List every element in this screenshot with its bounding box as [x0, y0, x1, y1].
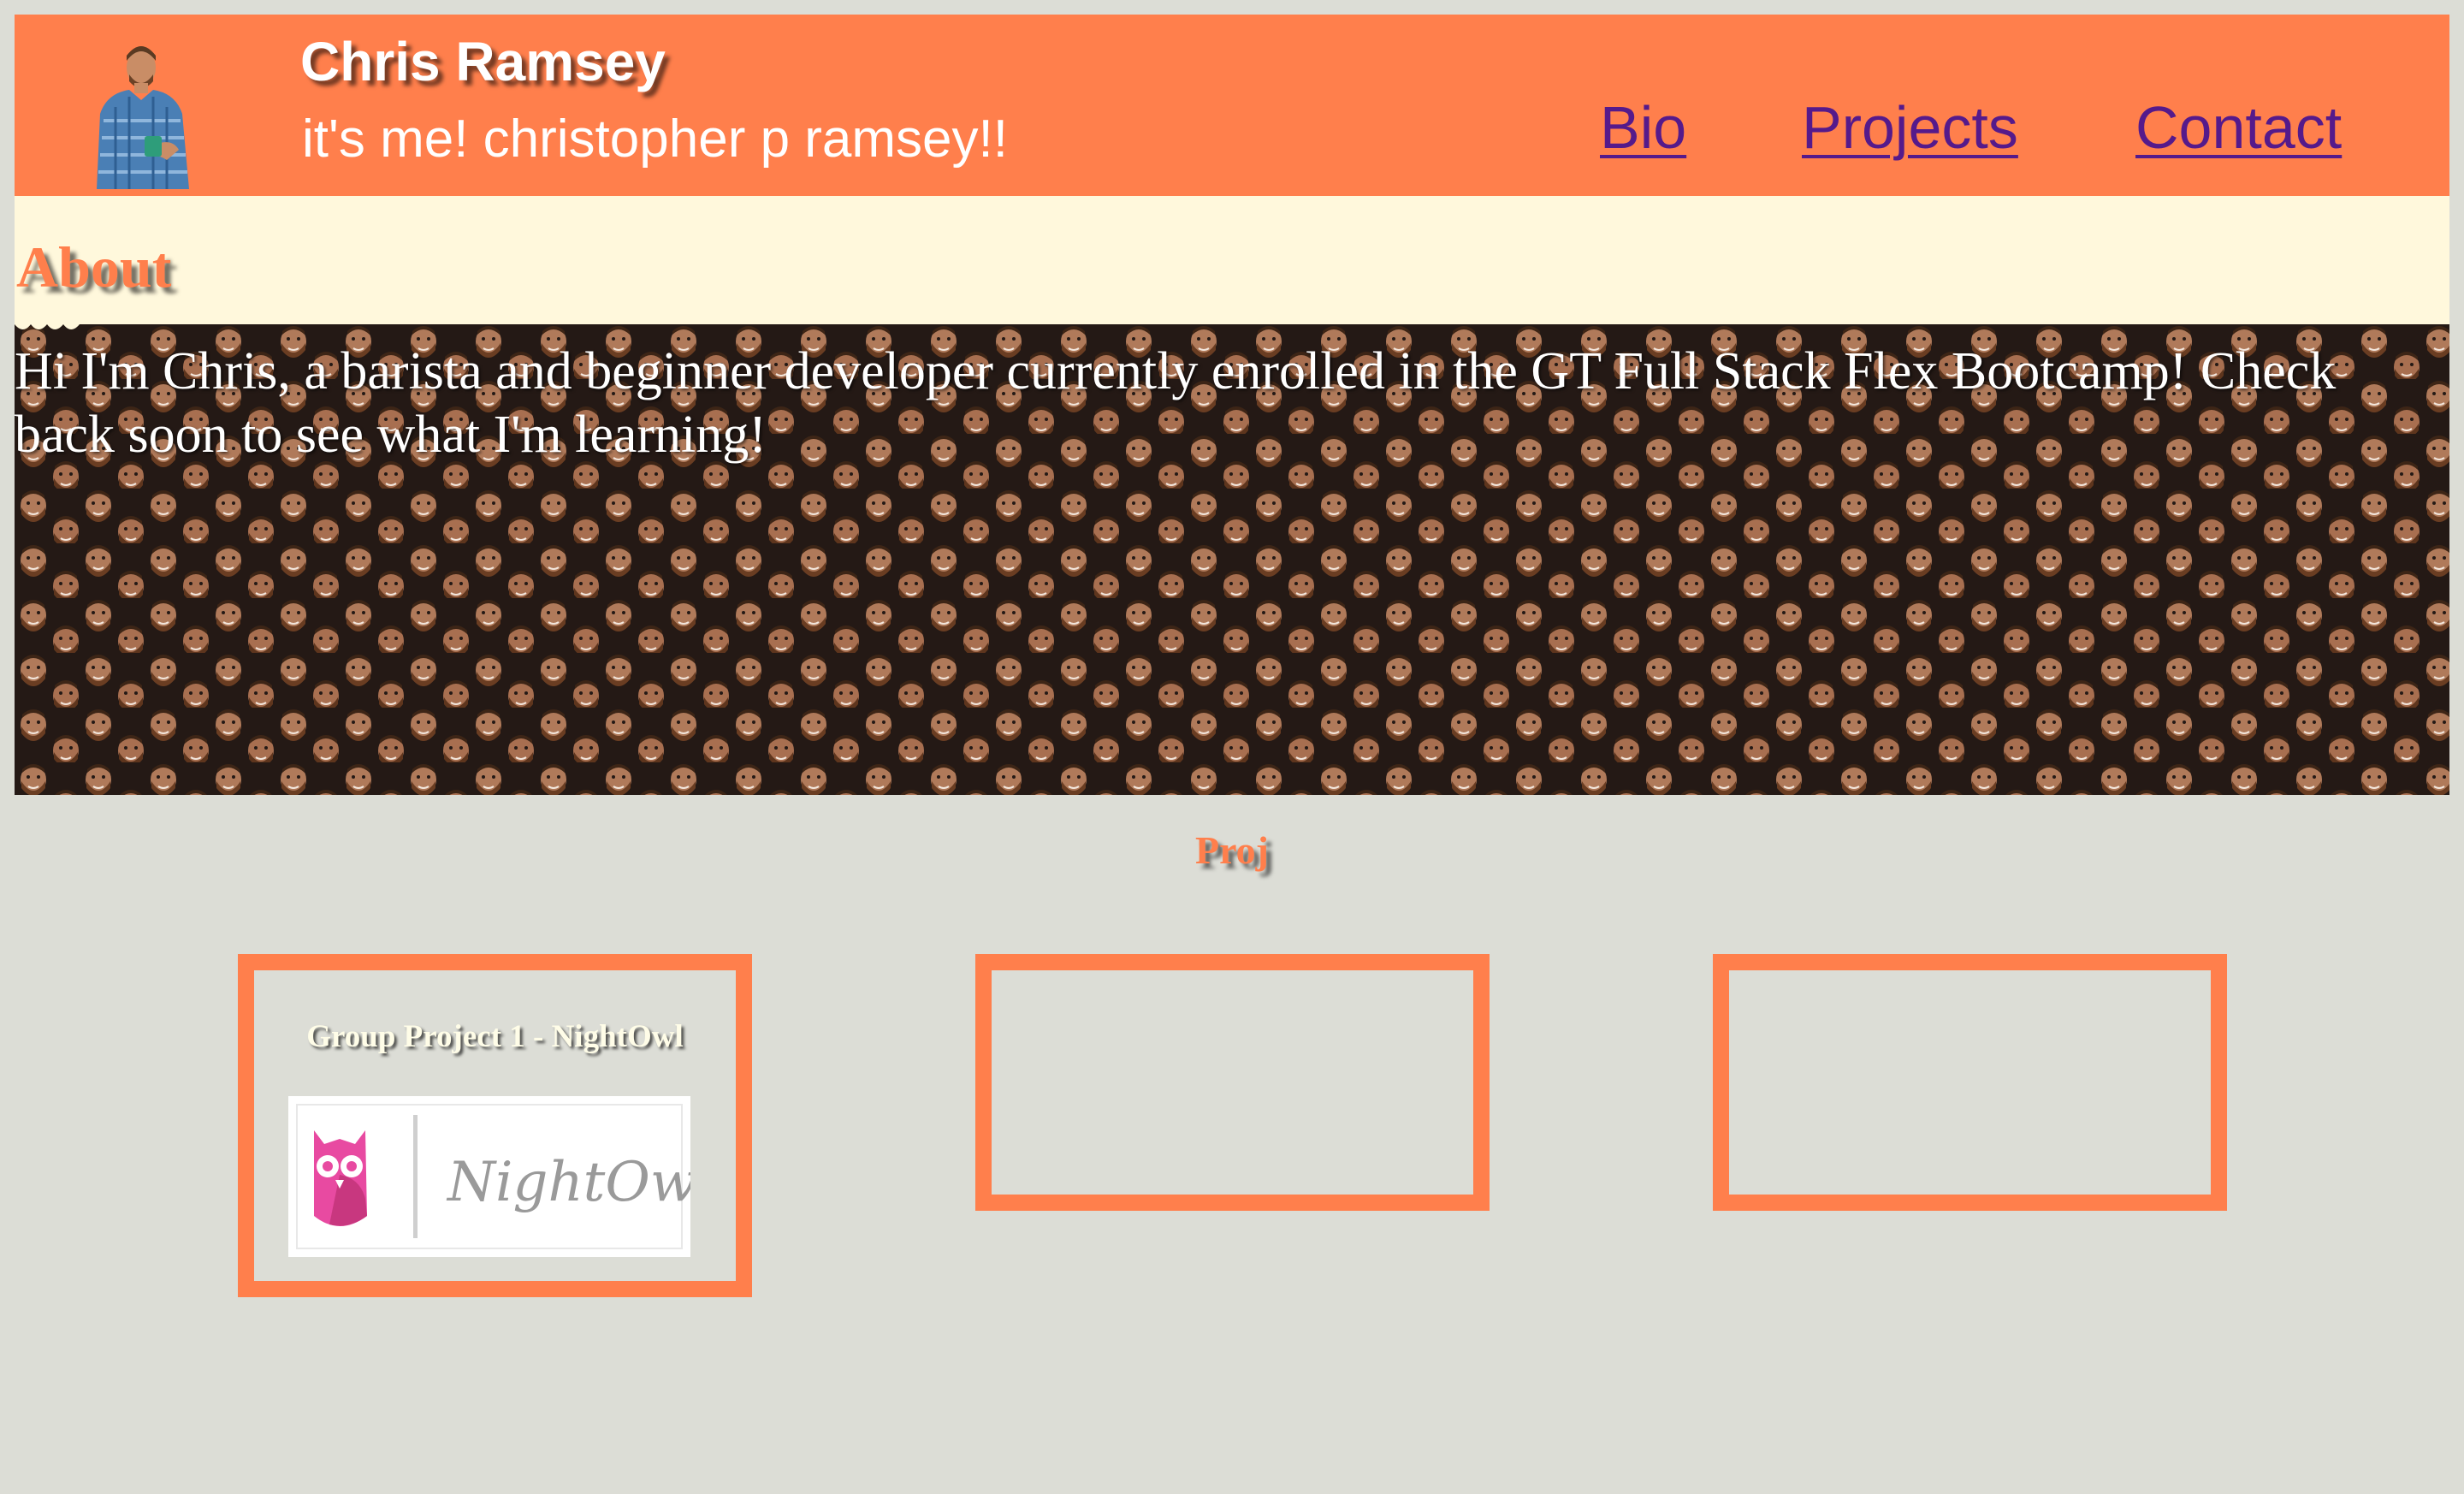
project-card-empty-3[interactable]	[1713, 954, 2227, 1211]
about-text: Hi I'm Chris, a barista and beginner dev…	[15, 342, 2337, 464]
about-heading: About	[16, 234, 172, 299]
nightowl-logo-icon[interactable]: NightOwl	[288, 1096, 690, 1257]
nav-link-bio[interactable]: Bio	[1600, 93, 1686, 162]
site-header: Chris Ramsey it's me! christopher p rams…	[15, 15, 2449, 196]
project-card-empty-2[interactable]	[975, 954, 1490, 1211]
project-card-nightowl[interactable]: Group Project 1 - NightOwl NightOwl	[238, 954, 752, 1297]
page: Chris Ramsey it's me! christopher p rams…	[15, 15, 2449, 1494]
projects-heading: Proj	[1194, 828, 1269, 872]
nav-link-projects[interactable]: Projects	[1802, 93, 2018, 162]
site-tagline: it's me! christopher p ramsey!!	[302, 110, 1008, 169]
site-title: Chris Ramsey	[300, 31, 666, 92]
nav-link-contact[interactable]: Contact	[2135, 93, 2342, 162]
about-section: About Hi I'm Chris, a barista and beginn…	[15, 196, 2449, 795]
project-card-title: Group Project 1 - NightOwl	[306, 1019, 684, 1054]
nightowl-logo-text: NightOwl	[446, 1151, 690, 1214]
avatar	[78, 35, 208, 189]
